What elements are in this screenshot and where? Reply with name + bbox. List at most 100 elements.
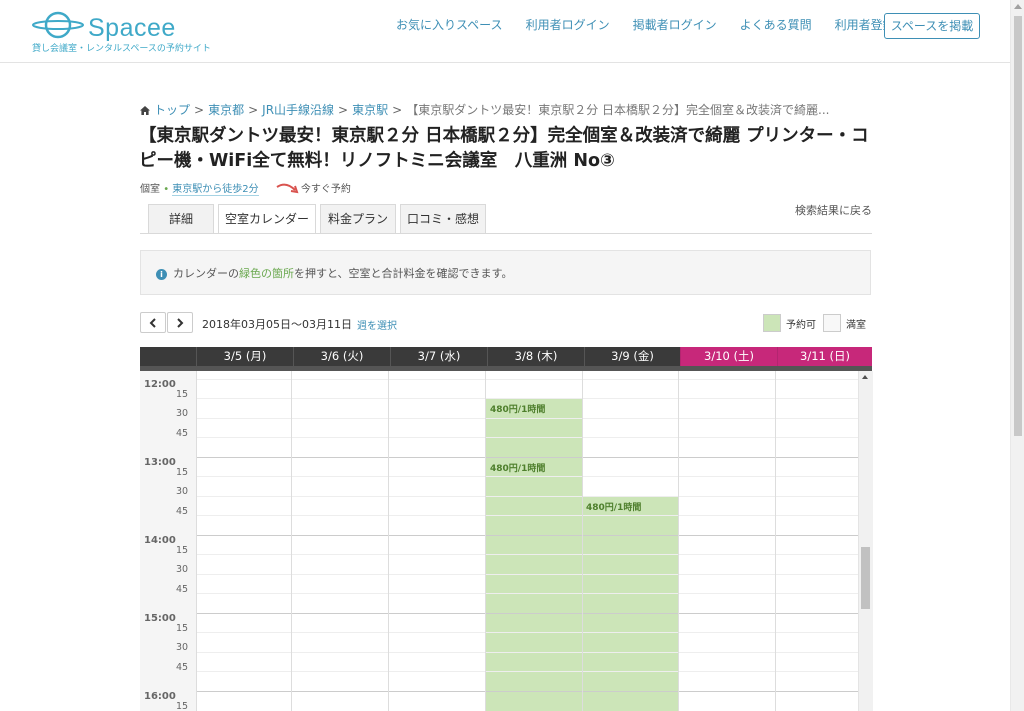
column-line bbox=[388, 371, 389, 711]
page-title: 【東京駅ダントツ最安！東京駅２分 日本橋駅２分】完全個室＆改装済で綺麗 プリンタ… bbox=[139, 126, 869, 171]
logo-tagline: 貸し会議室・レンタルスペースの予約サイト bbox=[32, 44, 211, 54]
price-label[interactable]: 480円/1時間 bbox=[490, 461, 545, 474]
hour-label: 15:00 bbox=[144, 613, 176, 624]
grid-line bbox=[196, 379, 858, 380]
breadcrumb-top[interactable]: トップ bbox=[154, 103, 190, 117]
hour-label: 16:00 bbox=[144, 691, 176, 702]
day-header: 3/7 (水) bbox=[390, 347, 487, 366]
chevron-right-icon bbox=[177, 318, 184, 328]
day-header: 3/6 (火) bbox=[293, 347, 390, 366]
breadcrumb-tokyo-station[interactable]: 東京駅 bbox=[352, 103, 388, 117]
info-text-before: カレンダーの bbox=[173, 267, 239, 280]
grid-line bbox=[196, 398, 858, 399]
day-header: 3/5 (月) bbox=[196, 347, 293, 366]
room-type: 個室 bbox=[140, 184, 160, 195]
minute-label: 15 bbox=[176, 545, 189, 556]
minute-label: 30 bbox=[176, 642, 189, 653]
day-header-weekend: 3/11 (日) bbox=[777, 347, 872, 366]
post-space-button[interactable]: スペースを掲載 bbox=[884, 13, 980, 39]
grid-line bbox=[196, 515, 858, 516]
hour-label: 14:00 bbox=[144, 535, 176, 546]
back-to-results-link[interactable]: 検索結果に戻る bbox=[795, 202, 872, 218]
column-line bbox=[485, 371, 486, 711]
site-header: Spacee 貸し会議室・レンタルスペースの予約サイト お気に入りスペース 利用… bbox=[0, 0, 1010, 63]
instant-booking-label: 今すぐ予約 bbox=[300, 184, 351, 195]
prev-week-button[interactable] bbox=[140, 312, 166, 333]
nav-user-login[interactable]: 利用者ログイン bbox=[526, 16, 610, 34]
grid-line bbox=[196, 593, 858, 594]
space-subinfo: 個室 • 東京駅から徒歩2分 今すぐ予約 bbox=[140, 180, 351, 196]
day-header: 3/8 (木) bbox=[487, 347, 584, 366]
breadcrumb-separator: > bbox=[194, 103, 205, 117]
tab-reviews[interactable]: 口コミ・感想 bbox=[400, 204, 486, 233]
nav-faq[interactable]: よくある質問 bbox=[740, 16, 812, 34]
home-icon bbox=[140, 106, 150, 115]
breadcrumb-separator: > bbox=[392, 103, 403, 117]
grid-line bbox=[196, 418, 858, 419]
grid-line-hour bbox=[196, 691, 858, 692]
grid-line-hour bbox=[196, 457, 858, 458]
grid-line bbox=[196, 632, 858, 633]
hour-label: 13:00 bbox=[144, 457, 176, 468]
window-scrollbar[interactable] bbox=[1010, 0, 1024, 711]
info-text-green: 緑色の箇所 bbox=[239, 267, 294, 280]
legend-available-label: 予約可 bbox=[786, 319, 816, 331]
info-icon: i bbox=[156, 269, 167, 280]
next-week-button[interactable] bbox=[167, 312, 193, 333]
column-line bbox=[582, 371, 583, 711]
detail-tabs: 詳細 空室カレンダー 料金プラン 口コミ・感想 bbox=[148, 204, 490, 234]
grid-line bbox=[196, 671, 858, 672]
window-scrollbar-thumb[interactable] bbox=[1014, 16, 1022, 436]
grid-line-hour bbox=[196, 535, 858, 536]
week-select-link[interactable]: 週を選択 bbox=[357, 317, 397, 332]
minute-label: 30 bbox=[176, 564, 189, 575]
minute-label: 45 bbox=[176, 584, 189, 595]
price-label[interactable]: 480円/1時間 bbox=[490, 402, 545, 415]
grid-line bbox=[196, 652, 858, 653]
minute-label: 15 bbox=[176, 389, 189, 400]
grid-line-hour bbox=[196, 613, 858, 614]
breadcrumb-separator: > bbox=[248, 103, 259, 117]
nav-host-login[interactable]: 掲載者ログイン bbox=[633, 16, 717, 34]
calendar-header-corner bbox=[140, 347, 196, 366]
minute-label: 45 bbox=[176, 662, 189, 673]
bullet: • bbox=[163, 184, 170, 195]
grid-line bbox=[196, 554, 858, 555]
planet-logo-icon bbox=[32, 11, 84, 39]
logo-text: Spacee bbox=[88, 14, 176, 42]
scroll-up-arrow-icon[interactable] bbox=[1014, 4, 1022, 9]
breadcrumb-yamanote[interactable]: JR山手線沿線 bbox=[262, 103, 334, 117]
minute-label: 45 bbox=[176, 428, 189, 439]
price-label[interactable]: 480円/1時間 bbox=[586, 500, 641, 513]
grid-line bbox=[196, 574, 858, 575]
tab-pricing[interactable]: 料金プラン bbox=[320, 204, 396, 233]
minute-label: 15 bbox=[176, 467, 189, 478]
tab-details[interactable]: 詳細 bbox=[148, 204, 214, 233]
column-line bbox=[291, 371, 292, 711]
calendar-scrollbar-thumb[interactable] bbox=[861, 547, 870, 609]
walk-distance-link[interactable]: 東京駅から徒歩2分 bbox=[172, 184, 259, 196]
breadcrumb-separator: > bbox=[338, 103, 349, 117]
tab-calendar[interactable]: 空室カレンダー bbox=[218, 204, 316, 234]
header-nav: お気に入りスペース 利用者ログイン 掲載者ログイン よくある質問 利用者登録 bbox=[396, 16, 918, 34]
breadcrumb-current: 【東京駅ダントツ最安！東京駅２分 日本橋駅２分】完全個室＆改装済で綺麗... bbox=[406, 103, 830, 117]
info-text-after: を押すと、空室と合計料金を確認できます。 bbox=[294, 267, 513, 280]
grid-line bbox=[196, 476, 858, 477]
calendar-scrollbar[interactable] bbox=[858, 371, 873, 711]
column-line bbox=[196, 371, 197, 711]
calendar-scroll-up-icon[interactable] bbox=[862, 375, 868, 379]
tabs-divider bbox=[140, 233, 872, 234]
nav-favorites[interactable]: お気に入りスペース bbox=[396, 16, 503, 34]
week-range: 2018年03月05日〜03月11日 bbox=[202, 318, 352, 331]
time-column: 12:00 15 30 45 13:00 15 30 45 14:00 15 3… bbox=[140, 371, 196, 711]
breadcrumb-tokyo[interactable]: 東京都 bbox=[208, 103, 244, 117]
site-logo[interactable]: Spacee 貸し会議室・レンタルスペースの予約サイト bbox=[32, 8, 222, 56]
legend-full: 満室 bbox=[823, 314, 866, 332]
minute-label: 15 bbox=[176, 623, 189, 634]
available-slot-3-9[interactable] bbox=[582, 496, 678, 711]
grid-line bbox=[196, 496, 858, 497]
calendar-info-box: i カレンダーの緑色の箇所を押すと、空室と合計料金を確認できます。 bbox=[140, 250, 871, 295]
hour-label: 12:00 bbox=[144, 379, 176, 390]
minute-label: 15 bbox=[176, 701, 189, 711]
curved-arrow-icon bbox=[276, 183, 299, 194]
